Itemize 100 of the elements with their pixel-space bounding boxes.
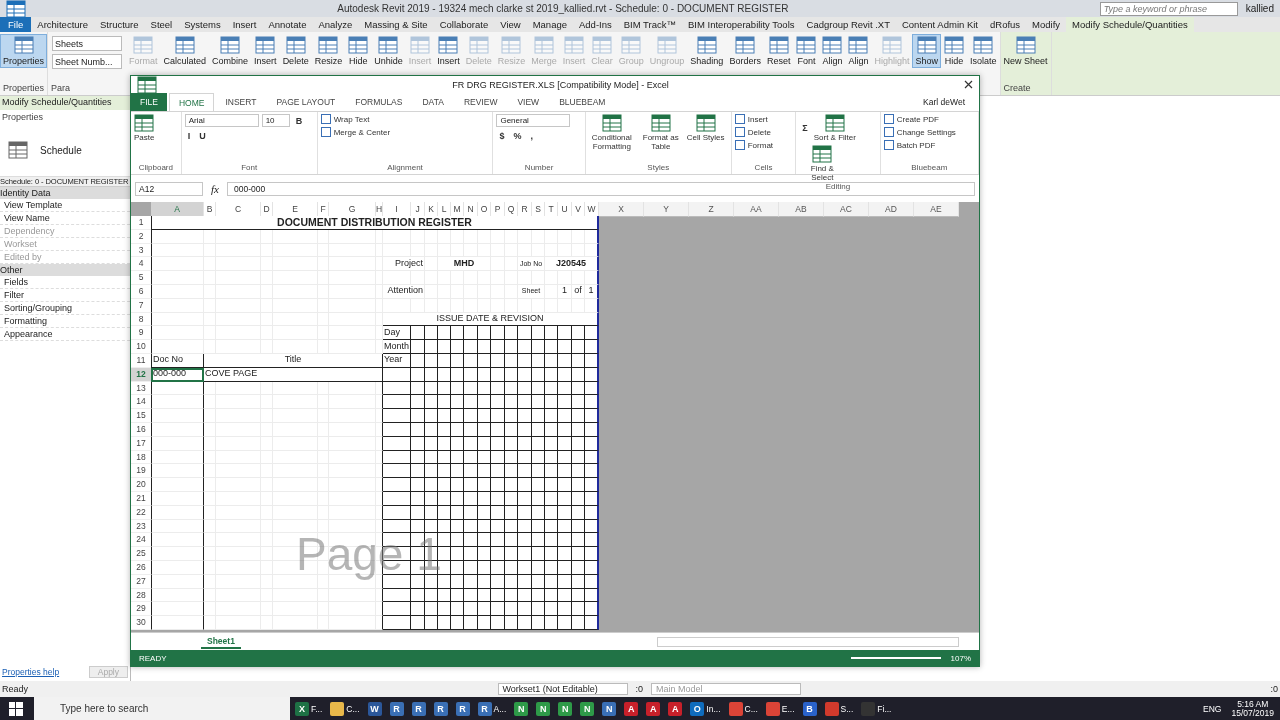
row-header[interactable]: 15 <box>131 409 151 423</box>
ribbon-tab[interactable]: Architecture <box>31 17 94 32</box>
column-header[interactable]: AC <box>824 202 869 217</box>
ribbon-tab[interactable]: Add-Ins <box>573 17 618 32</box>
style-toggle[interactable]: U <box>196 130 209 142</box>
ribbon-button[interactable]: Resize <box>311 34 346 68</box>
dropdown-field[interactable]: Arial <box>184 114 259 127</box>
taskbar-app[interactable]: R A... <box>474 697 510 720</box>
ribbon-tab[interactable]: FILE <box>131 93 167 111</box>
ribbon-button[interactable]: Align <box>845 34 872 68</box>
ribbon-tab[interactable]: Insert <box>226 17 263 32</box>
ribbon-button[interactable]: Wrap Text <box>320 114 490 124</box>
taskbar-app[interactable]: C... <box>327 697 363 720</box>
ribbon-button[interactable]: Show <box>912 34 941 68</box>
style-toggle[interactable]: I <box>184 130 194 142</box>
taskbar-app[interactable]: Fi... <box>858 697 895 720</box>
ribbon-tab[interactable]: dRofus <box>984 17 1027 32</box>
ribbon-button[interactable]: Isolate <box>967 34 1000 68</box>
ribbon-button[interactable]: Delete <box>734 127 793 137</box>
function-button[interactable]: fx <box>211 183 219 195</box>
ribbon-button[interactable]: Sort & Filter <box>813 114 856 142</box>
ribbon-button[interactable]: Insert <box>251 34 280 68</box>
ribbon-button[interactable]: Format as Table <box>637 114 684 151</box>
row-header[interactable]: 25 <box>131 547 151 561</box>
search-field[interactable]: Type a keyword or phrase <box>1099 1 1238 16</box>
ribbon-button[interactable]: Batch PDF <box>883 140 975 150</box>
sheet-tab[interactable]: Sheet1 <box>201 634 241 649</box>
ribbon-tab[interactable]: Modify Schedule/Quantities <box>1066 17 1194 32</box>
ribbon-button[interactable]: Combine <box>209 34 252 68</box>
workset-dropdown[interactable]: Workset1 (Not Editable) <box>497 683 628 695</box>
ribbon-button[interactable]: Borders <box>726 34 764 68</box>
ribbon-button[interactable]: Align <box>819 34 846 68</box>
style-toggle[interactable]: % <box>510 130 525 142</box>
ribbon-button[interactable]: Paste <box>134 114 155 142</box>
row-header[interactable]: 9 <box>131 326 151 341</box>
name-box[interactable]: A12 <box>135 182 203 196</box>
style-toggle[interactable]: $ <box>496 130 508 142</box>
row-header[interactable]: 20 <box>131 478 151 492</box>
ribbon-tab[interactable]: View <box>494 17 527 32</box>
style-toggle[interactable]: Σ <box>799 114 811 142</box>
column-header[interactable]: AD <box>869 202 914 217</box>
user-name[interactable]: Karl deWet <box>923 93 979 111</box>
ribbon-button[interactable]: Shading <box>687 34 727 68</box>
ribbon-tab[interactable]: BIM Interoperability Tools <box>682 17 801 32</box>
ribbon-tab[interactable]: PAGE LAYOUT <box>267 93 345 111</box>
ribbon-tab[interactable]: Cadgroup Revit .XT <box>800 17 896 32</box>
ribbon-tab[interactable]: Massing & Site <box>358 17 434 32</box>
ribbon-button[interactable]: Find & Select <box>799 145 846 182</box>
ribbon-button[interactable]: Insert <box>734 114 793 124</box>
ribbon-tab[interactable]: Systems <box>178 17 227 32</box>
ribbon-tab[interactable]: Annotate <box>262 17 313 32</box>
ribbon-tab[interactable]: Steel <box>144 17 179 32</box>
row-header[interactable]: 5 <box>131 271 151 285</box>
ribbon-tab[interactable]: Manage <box>526 17 573 32</box>
ribbon-tab[interactable]: REVIEW <box>454 93 507 111</box>
ribbon-tab[interactable]: Content Admin Kit <box>895 17 984 32</box>
row-header[interactable]: 19 <box>131 464 151 479</box>
windows-icon[interactable] <box>9 701 23 716</box>
column-header[interactable]: X <box>599 202 644 217</box>
group-header[interactable]: Identity Data <box>0 187 130 199</box>
taskbar-app[interactable]: C... <box>725 697 761 720</box>
row-header[interactable]: 4 <box>131 257 151 272</box>
ribbon-button[interactable]: Merge & Center <box>320 127 490 137</box>
taskbar-app[interactable]: E... <box>762 697 798 720</box>
type-dropdown[interactable]: Sheet Numb... <box>52 54 123 69</box>
ribbon-button[interactable]: Format <box>734 140 793 150</box>
ribbon-button[interactable]: New Sheet <box>1000 34 1051 68</box>
taskbar-app[interactable]: O In... <box>687 697 724 720</box>
taskbar-app[interactable]: X F... <box>292 697 326 720</box>
ribbon-tab[interactable]: FORMULAS <box>346 93 412 111</box>
column-header[interactable]: AA <box>734 202 779 217</box>
ribbon-tab[interactable]: VIEW <box>508 93 549 111</box>
ribbon-button[interactable]: Reset <box>763 34 794 68</box>
ribbon-tab[interactable]: INSERT <box>216 93 266 111</box>
ribbon-tab[interactable]: Modify <box>1026 17 1067 32</box>
row-header[interactable]: 29 <box>131 602 151 617</box>
help-link[interactable]: Properties help <box>2 667 60 677</box>
ribbon-button[interactable]: Properties <box>0 34 48 68</box>
ribbon-tab[interactable]: DATA <box>413 93 453 111</box>
ribbon-tab[interactable]: Analyze <box>312 17 359 32</box>
ribbon-tab[interactable]: Structure <box>94 17 145 32</box>
column-header[interactable]: AE <box>914 202 959 217</box>
group-header[interactable]: Other <box>0 264 130 276</box>
user-name[interactable]: kallied <box>1245 3 1274 14</box>
ribbon-tab[interactable]: Collaborate <box>433 17 495 32</box>
dropdown-field[interactable]: General <box>496 114 571 127</box>
clock[interactable]: 5:16 AM 15/07/2019 <box>1231 699 1274 718</box>
dropdown-field[interactable]: 10 <box>261 114 290 127</box>
ribbon-button[interactable]: Calculated <box>160 34 210 68</box>
language-indicator[interactable]: ENG <box>1203 703 1222 714</box>
ribbon-button[interactable]: Cell Styles <box>686 114 725 151</box>
row-header[interactable]: 10 <box>131 340 151 354</box>
column-header[interactable]: Y <box>644 202 689 217</box>
ribbon-button[interactable]: Change Settings <box>883 127 975 137</box>
close-icon[interactable] <box>964 80 973 89</box>
row-header[interactable]: 1 <box>131 216 151 230</box>
search-field[interactable]: Type here to search <box>34 697 290 720</box>
ribbon-button[interactable]: Create PDF <box>883 114 975 124</box>
ribbon-button[interactable]: Unhide <box>371 34 406 68</box>
ribbon-button[interactable]: Hide <box>345 34 372 68</box>
